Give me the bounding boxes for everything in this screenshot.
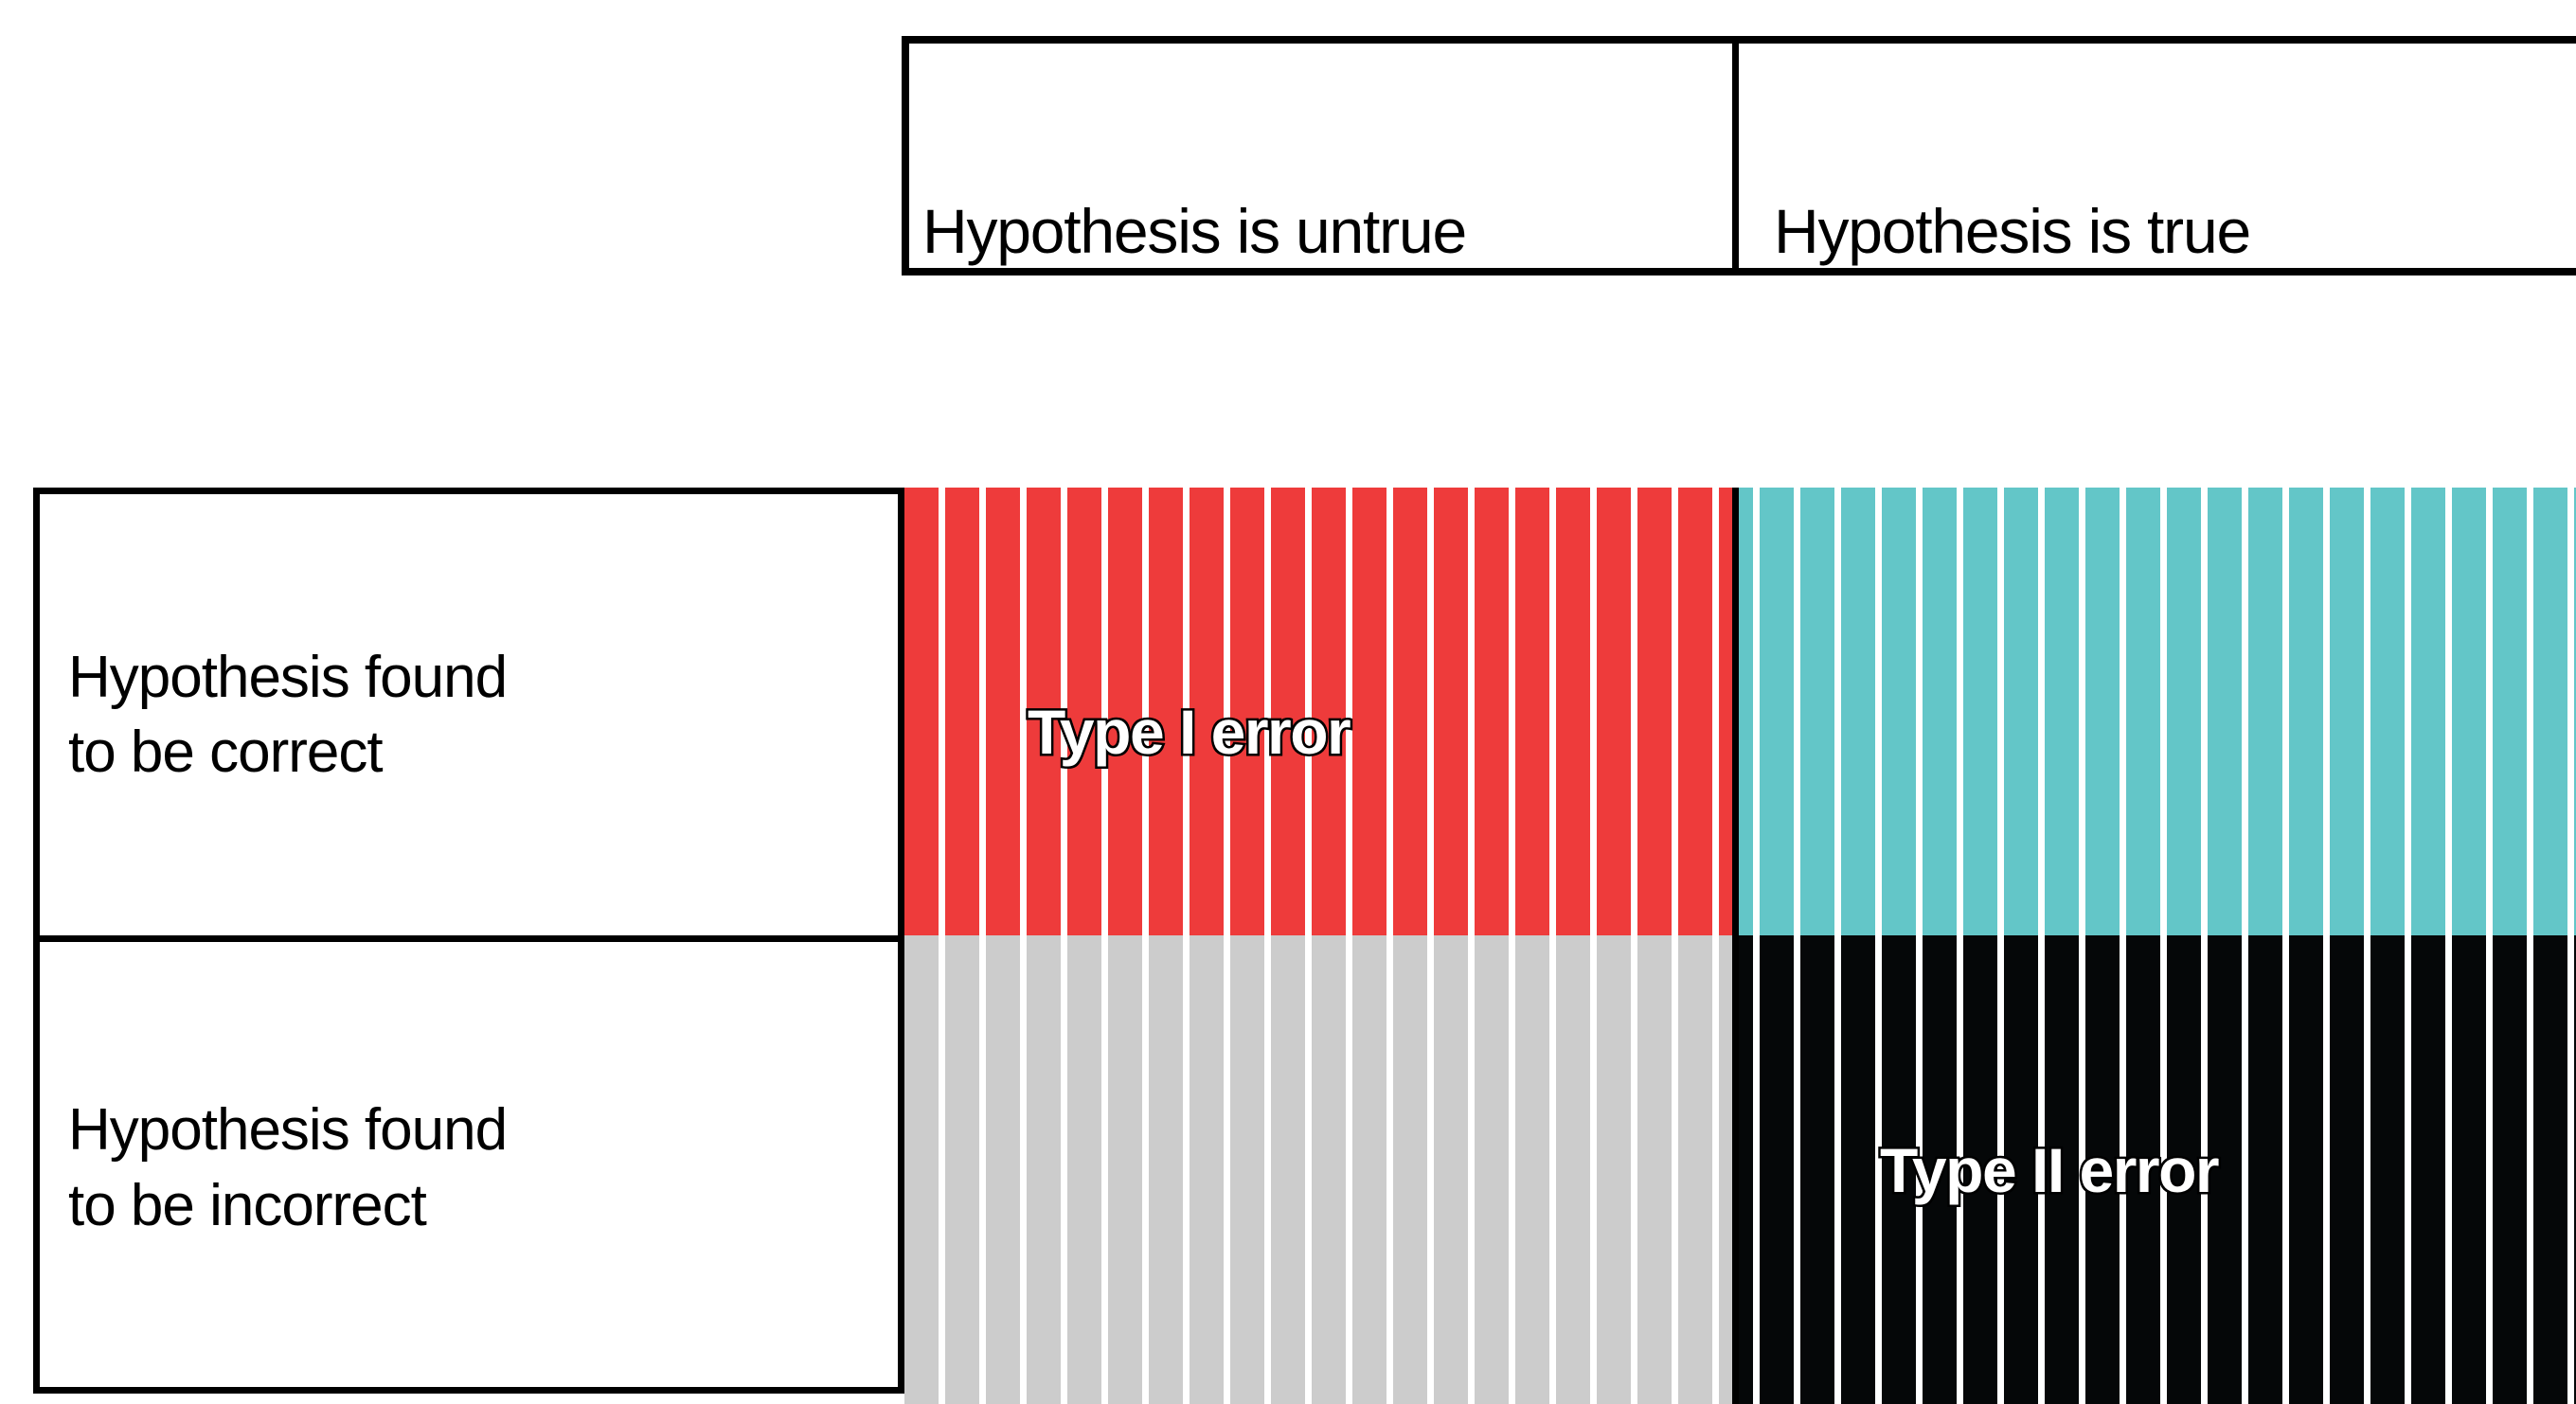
row-header-column: Hypothesis found to be correct Hypothesi… [33, 488, 904, 1394]
column-header-untrue-label: Hypothesis is untrue [922, 196, 1467, 266]
matrix-grid-area [904, 488, 2576, 1404]
row-header-found-incorrect-line2: to be incorrect [68, 1172, 427, 1238]
column-header-divider [1732, 36, 1739, 275]
column-header-true-label: Hypothesis is true [1774, 196, 2251, 266]
row-header-found-correct-line2: to be correct [68, 720, 384, 785]
type-1-error-label: Type I error [1025, 695, 1353, 770]
row-header-found-correct-line1: Hypothesis found [68, 644, 508, 710]
quadrant-correct-true [1736, 488, 2576, 935]
quadrant-incorrect-untrue [904, 935, 1736, 1404]
column-header-band: Hypothesis is untrue Hypothesis is true [902, 36, 2576, 275]
column-header-hypothesis-untrue: Hypothesis is untrue [909, 44, 1739, 268]
matrix-column-divider [1732, 488, 1739, 1404]
teal-square-pattern [1736, 488, 2576, 935]
row-header-found-incorrect-text: Hypothesis found to be incorrect [68, 1093, 508, 1243]
type-2-error-label: Type II error [1877, 1133, 2222, 1208]
row-header-found-correct-text: Hypothesis found to be correct [68, 640, 508, 791]
row-header-found-correct: Hypothesis found to be correct [40, 494, 898, 942]
diagram-canvas: Hypothesis is untrue Hypothesis is true … [0, 0, 2576, 1404]
column-header-hypothesis-true: Hypothesis is true [1745, 44, 2569, 268]
row-header-found-incorrect: Hypothesis found to be incorrect [40, 942, 898, 1394]
gray-square-pattern [904, 935, 1736, 1404]
row-header-found-incorrect-line1: Hypothesis found [68, 1097, 508, 1164]
